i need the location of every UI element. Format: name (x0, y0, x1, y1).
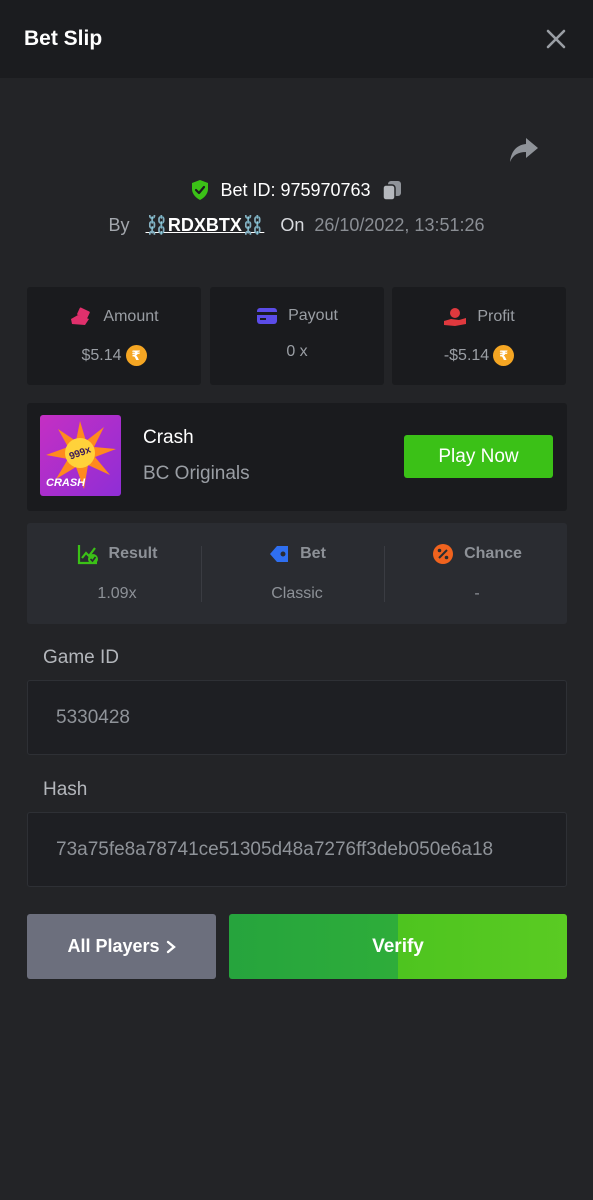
all-players-label: All Players (67, 936, 160, 956)
bet-tag-icon (270, 546, 289, 562)
on-label: On (280, 214, 305, 235)
bet-info-card: Result 1.09x Bet Classic Chance - (27, 523, 567, 624)
chance-percent-icon (433, 544, 454, 564)
thumb-label: CRASH (46, 477, 86, 489)
rupee-coin-icon: ₹ (125, 345, 147, 366)
bet-id-row: Bet ID: 975970763 (0, 176, 593, 204)
amount-label: Amount (103, 308, 159, 325)
close-icon (546, 29, 566, 49)
chance-column: Chance - (387, 523, 567, 624)
chance-value: - (474, 585, 480, 602)
profit-value: -$5.14 (443, 346, 490, 364)
hash-label: Hash (43, 779, 88, 800)
verify-button[interactable]: Verify (229, 914, 567, 979)
bet-column: Bet Classic (207, 523, 387, 624)
amount-value: $5.14 (81, 346, 122, 364)
bet-label: Bet (300, 545, 326, 562)
payout-value: 0 x (286, 343, 308, 360)
result-chart-icon (77, 545, 98, 565)
game-card: 999x CRASH Crash BC Originals Play Now (27, 403, 567, 511)
result-column: Result 1.09x (27, 523, 207, 624)
bet-id: Bet ID: 975970763 (220, 179, 371, 200)
payout-label: Payout (288, 307, 338, 324)
amount-card: Amount $5.14 ₹ (27, 287, 201, 385)
result-label: Result (108, 545, 158, 562)
amount-icon (71, 307, 91, 325)
bet-meta-row: By ⛓️RDXBTX⛓️ On 26/10/2022, 13:51:26 (0, 211, 593, 239)
all-players-button[interactable]: All Players (27, 914, 216, 979)
page-title: Bet Slip (24, 27, 103, 50)
payout-card: Payout 0 x (210, 287, 384, 385)
game-id-field[interactable]: 5330428 (27, 680, 567, 755)
game-id-label: Game ID (43, 647, 120, 668)
play-now-button[interactable]: Play Now (404, 435, 553, 478)
hash-field[interactable]: 73a75fe8a78741ce51305d48a7276ff3deb050e6… (27, 812, 567, 887)
close-button[interactable] (545, 28, 567, 50)
shield-check-icon (192, 180, 209, 200)
share-icon (510, 138, 538, 162)
profit-hand-icon (444, 308, 467, 326)
profit-card: Profit -$5.14 ₹ (392, 287, 566, 385)
game-provider: BC Originals (143, 463, 250, 484)
divider (384, 546, 385, 602)
payout-card-icon (257, 308, 278, 324)
by-label: By (108, 214, 130, 235)
bet-slip-header: Bet Slip (0, 0, 593, 78)
bet-value: Classic (271, 585, 323, 602)
share-button[interactable] (508, 136, 540, 164)
divider (201, 546, 202, 602)
result-value: 1.09x (97, 585, 137, 602)
profit-label: Profit (477, 308, 515, 325)
rupee-coin-icon: ₹ (493, 345, 515, 366)
chevron-right-icon (166, 940, 176, 953)
game-name: Crash (143, 427, 194, 448)
user-link[interactable]: ⛓️RDXBTX⛓️ (146, 215, 265, 236)
thumb-badge: 999x (68, 444, 93, 462)
copy-icon[interactable] (381, 179, 403, 201)
game-thumbnail[interactable]: 999x CRASH (40, 415, 121, 496)
chance-label: Chance (464, 545, 522, 562)
bet-datetime: 26/10/2022, 13:51:26 (314, 214, 485, 235)
